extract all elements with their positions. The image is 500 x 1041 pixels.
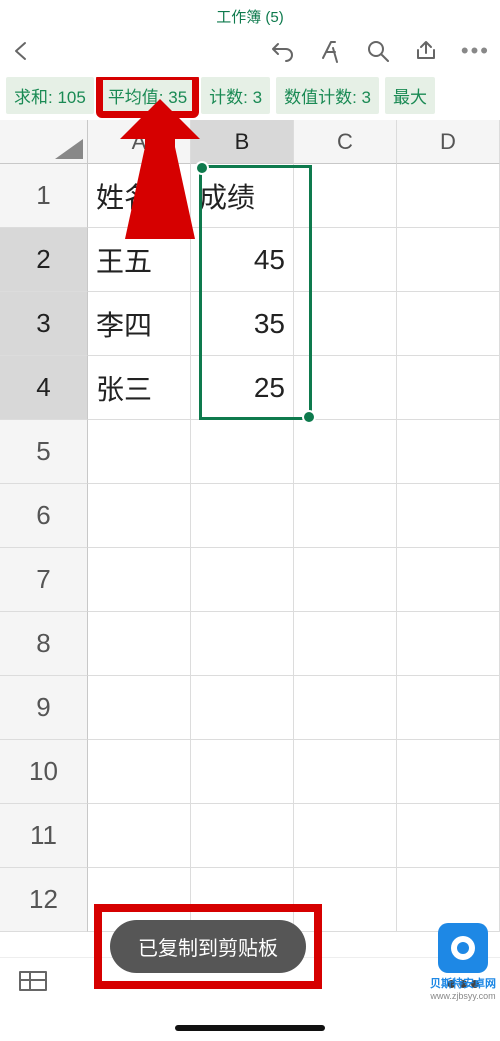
watermark-site: 贝斯特安卓网 <box>430 975 496 991</box>
home-indicator[interactable] <box>175 1025 325 1031</box>
cell-A4[interactable]: 张三 <box>88 356 191 420</box>
row-header-1[interactable]: 1 <box>0 164 88 228</box>
row-header-3[interactable]: 3 <box>0 292 88 356</box>
row-header-2[interactable]: 2 <box>0 228 88 292</box>
cell-B2[interactable]: 45 <box>191 228 294 292</box>
cell-C4[interactable] <box>294 356 397 420</box>
row-header-8[interactable]: 8 <box>0 612 88 676</box>
col-header-A[interactable]: A <box>88 120 191 164</box>
cell-B4[interactable]: 25 <box>191 356 294 420</box>
cell-D6[interactable] <box>397 484 500 548</box>
cell-D1[interactable] <box>397 164 500 228</box>
row-header-9[interactable]: 9 <box>0 676 88 740</box>
cell-D4[interactable] <box>397 356 500 420</box>
row-header-11[interactable]: 11 <box>0 804 88 868</box>
stat-average[interactable]: 平均值: 35 <box>100 77 195 114</box>
cell-C8[interactable] <box>294 612 397 676</box>
watermark: 贝斯特安卓网 www.zjbsyy.com <box>430 923 496 1001</box>
cell-D2[interactable] <box>397 228 500 292</box>
stat-max[interactable]: 最大 <box>385 77 435 114</box>
cell-B8[interactable] <box>191 612 294 676</box>
cell-C6[interactable] <box>294 484 397 548</box>
watermark-url: www.zjbsyy.com <box>430 991 496 1001</box>
cell-C11[interactable] <box>294 804 397 868</box>
cell-C10[interactable] <box>294 740 397 804</box>
share-icon[interactable] <box>413 38 439 64</box>
cell-A10[interactable] <box>88 740 191 804</box>
cell-D7[interactable] <box>397 548 500 612</box>
cell-B7[interactable] <box>191 548 294 612</box>
clipboard-toast: 已复制到剪贴板 <box>110 920 306 973</box>
cell-A5[interactable] <box>88 420 191 484</box>
cell-C1[interactable] <box>294 164 397 228</box>
cell-D11[interactable] <box>397 804 500 868</box>
select-all-corner[interactable] <box>0 120 88 164</box>
cell-B10[interactable] <box>191 740 294 804</box>
cell-A2[interactable]: 王五 <box>88 228 191 292</box>
row-header-5[interactable]: 5 <box>0 420 88 484</box>
cell-B3[interactable]: 35 <box>191 292 294 356</box>
cell-C7[interactable] <box>294 548 397 612</box>
format-icon[interactable] <box>317 38 343 64</box>
cell-D8[interactable] <box>397 612 500 676</box>
row-header-12[interactable]: 12 <box>0 868 88 932</box>
cell-D5[interactable] <box>397 420 500 484</box>
sheets-icon[interactable] <box>18 968 48 999</box>
col-header-D[interactable]: D <box>397 120 500 164</box>
cell-B9[interactable] <box>191 676 294 740</box>
stat-numeric-count[interactable]: 数值计数: 3 <box>276 77 379 114</box>
row-header-7[interactable]: 7 <box>0 548 88 612</box>
cell-D10[interactable] <box>397 740 500 804</box>
top-toolbar: ••• <box>0 29 500 77</box>
row-header-4[interactable]: 4 <box>0 356 88 420</box>
toast-annotation: 已复制到剪贴板 <box>102 912 314 981</box>
more-icon[interactable]: ••• <box>461 38 490 64</box>
watermark-logo-icon <box>438 923 488 973</box>
cell-D9[interactable] <box>397 676 500 740</box>
stats-bar: 求和: 105 平均值: 35 计数: 3 数值计数: 3 最大 <box>0 77 500 120</box>
cell-B1[interactable]: 成绩 <box>191 164 294 228</box>
cell-A9[interactable] <box>88 676 191 740</box>
col-header-B[interactable]: B <box>191 120 294 164</box>
cell-A7[interactable] <box>88 548 191 612</box>
cell-C3[interactable] <box>294 292 397 356</box>
cell-A6[interactable] <box>88 484 191 548</box>
cell-A11[interactable] <box>88 804 191 868</box>
undo-icon[interactable] <box>269 39 295 63</box>
stat-sum[interactable]: 求和: 105 <box>6 77 94 114</box>
cell-A1[interactable]: 姓名 <box>88 164 191 228</box>
spreadsheet-grid[interactable]: A B C D 1 姓名 成绩 2 王五 45 3 李四 35 4 张三 25 … <box>0 120 500 932</box>
cell-C9[interactable] <box>294 676 397 740</box>
row-header-6[interactable]: 6 <box>0 484 88 548</box>
cell-A8[interactable] <box>88 612 191 676</box>
search-icon[interactable] <box>365 38 391 64</box>
row-header-10[interactable]: 10 <box>0 740 88 804</box>
stat-count[interactable]: 计数: 3 <box>201 77 270 114</box>
cell-C2[interactable] <box>294 228 397 292</box>
workbook-title: 工作簿 (5) <box>0 0 500 29</box>
cell-B11[interactable] <box>191 804 294 868</box>
cell-D3[interactable] <box>397 292 500 356</box>
cell-B5[interactable] <box>191 420 294 484</box>
cell-C5[interactable] <box>294 420 397 484</box>
cell-A3[interactable]: 李四 <box>88 292 191 356</box>
cell-B6[interactable] <box>191 484 294 548</box>
col-header-C[interactable]: C <box>294 120 397 164</box>
back-icon[interactable] <box>10 40 32 62</box>
